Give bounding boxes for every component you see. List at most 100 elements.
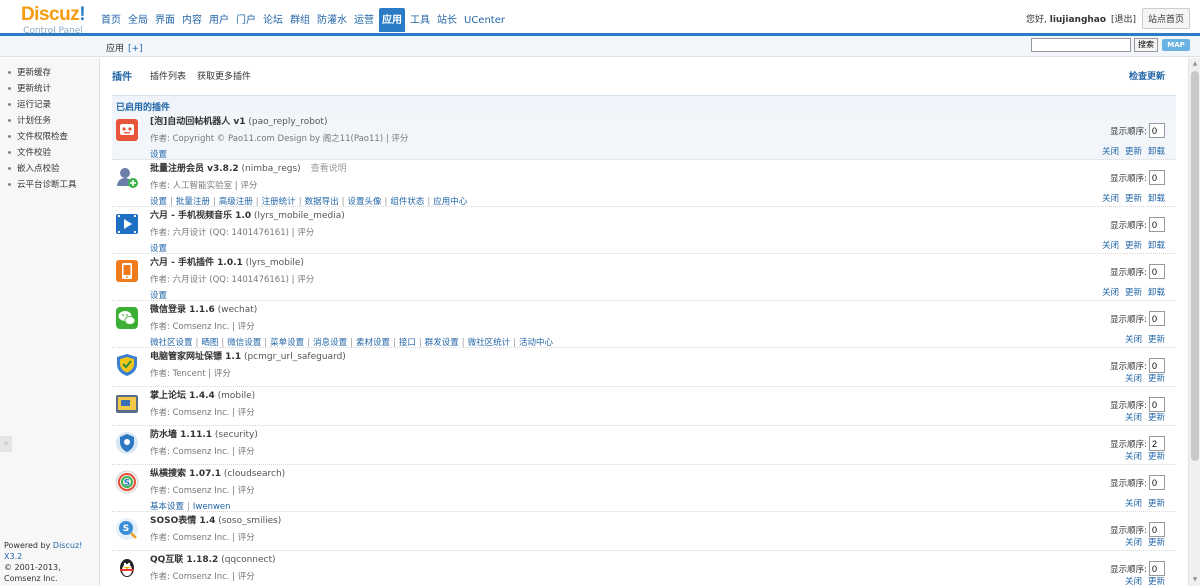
scroll-thumb[interactable] — [1191, 71, 1199, 461]
search-input[interactable] — [1031, 38, 1131, 52]
update-button[interactable]: 更新 — [1125, 241, 1142, 251]
sidebar-item[interactable]: 云平台诊断工具 — [0, 178, 99, 194]
nav-item-11[interactable]: 工具 — [408, 10, 432, 32]
plugin-setting-link[interactable]: 批量注册 — [176, 197, 210, 207]
sidebar-item[interactable]: 嵌入点校验 — [0, 162, 99, 178]
scroll-down-arrow-icon[interactable]: ▼ — [1189, 574, 1200, 586]
nav-item-6[interactable]: 论坛 — [261, 10, 285, 32]
check-update-link[interactable]: 检查更新 — [1129, 69, 1165, 82]
nav-item-2[interactable]: 界面 — [153, 10, 177, 32]
tab-1[interactable]: 获取更多插件 — [197, 69, 251, 82]
link-separator: | — [298, 197, 302, 207]
update-button[interactable]: 更新 — [1148, 538, 1165, 548]
display-order-input[interactable] — [1149, 397, 1165, 412]
plugin-setting-link[interactable]: 微社区统计 — [468, 338, 511, 348]
plugin-setting-link[interactable]: 设置 — [150, 244, 167, 254]
display-order-input[interactable] — [1149, 170, 1165, 185]
display-order-input[interactable] — [1149, 217, 1165, 232]
update-button[interactable]: 更新 — [1148, 374, 1165, 384]
display-order-input[interactable] — [1149, 264, 1165, 279]
bullet-icon — [8, 87, 11, 90]
uninstall-button[interactable]: 卸载 — [1148, 194, 1165, 204]
update-button[interactable]: 更新 — [1148, 335, 1165, 345]
plugin-setting-link[interactable]: 活动中心 — [519, 338, 553, 348]
nav-item-3[interactable]: 内容 — [180, 10, 204, 32]
plugin-setting-link[interactable]: 微信设置 — [227, 338, 261, 348]
disable-button[interactable]: 关闭 — [1125, 374, 1142, 384]
disable-button[interactable]: 关闭 — [1102, 288, 1119, 298]
disable-button[interactable]: 关闭 — [1102, 147, 1119, 157]
plugin-setting-link[interactable]: 基本设置 — [150, 502, 184, 512]
plugin-setting-link[interactable]: 数据导出 — [305, 197, 339, 207]
nav-item-9[interactable]: 运营 — [352, 10, 376, 32]
display-order-input[interactable] — [1149, 123, 1165, 138]
sidebar-item[interactable]: 文件权限检查 — [0, 130, 99, 146]
plugin-setting-link[interactable]: 设置 — [150, 291, 167, 301]
uninstall-button[interactable]: 卸载 — [1148, 288, 1165, 298]
sidebar-collapse-handle[interactable]: « — [0, 436, 12, 452]
disable-button[interactable]: 关闭 — [1125, 499, 1142, 509]
nav-item-12[interactable]: 站长 — [435, 10, 459, 32]
nav-item-5[interactable]: 门户 — [234, 10, 258, 32]
nav-item-8[interactable]: 防灌水 — [315, 10, 349, 32]
update-button[interactable]: 更新 — [1148, 413, 1165, 423]
sidebar-item[interactable]: 计划任务 — [0, 114, 99, 130]
update-button[interactable]: 更新 — [1148, 577, 1165, 586]
display-order-input[interactable] — [1149, 475, 1165, 490]
plugin-setting-link[interactable]: 群发设置 — [425, 338, 459, 348]
display-order-input[interactable] — [1149, 358, 1165, 373]
scroll-up-arrow-icon[interactable]: ▲ — [1189, 58, 1200, 70]
disable-button[interactable]: 关闭 — [1102, 194, 1119, 204]
readme-link[interactable]: 查看说明 — [311, 164, 347, 174]
nav-item-4[interactable]: 用户 — [207, 10, 231, 32]
update-button[interactable]: 更新 — [1148, 452, 1165, 462]
plugin-setting-link[interactable]: 消息设置 — [313, 338, 347, 348]
uninstall-button[interactable]: 卸载 — [1148, 147, 1165, 157]
plugin-setting-link[interactable]: 菜单设置 — [270, 338, 304, 348]
nav-item-0[interactable]: 首页 — [99, 10, 123, 32]
nav-item-13[interactable]: UCenter — [462, 10, 507, 32]
search-button[interactable]: 搜索 — [1134, 38, 1158, 52]
plugin-actions: 关闭 更新 — [1119, 372, 1165, 384]
update-button[interactable]: 更新 — [1125, 194, 1142, 204]
plugin-setting-link[interactable]: 晒图 — [201, 338, 218, 348]
sidebar-item[interactable]: 更新缓存 — [0, 66, 99, 82]
disable-button[interactable]: 关闭 — [1125, 452, 1142, 462]
update-button[interactable]: 更新 — [1125, 147, 1142, 157]
plugin-setting-link[interactable]: 微社区设置 — [150, 338, 193, 348]
plugin-setting-link[interactable]: 接口 — [399, 338, 416, 348]
nav-item-10[interactable]: 应用 — [379, 8, 405, 32]
update-button[interactable]: 更新 — [1148, 499, 1165, 509]
tab-0[interactable]: 插件列表 — [150, 69, 186, 82]
disable-button[interactable]: 关闭 — [1125, 335, 1142, 345]
scrollbar[interactable]: ▲ ▼ — [1188, 58, 1200, 586]
display-order-input[interactable] — [1149, 522, 1165, 537]
plugin-setting-link[interactable]: 组件状态 — [390, 197, 424, 207]
disable-button[interactable]: 关闭 — [1125, 538, 1142, 548]
add-shortcut-link[interactable]: [+] — [128, 44, 143, 54]
display-order-input[interactable] — [1149, 436, 1165, 451]
site-home-button[interactable]: 站点首页 — [1141, 8, 1190, 29]
map-button[interactable]: MAP — [1162, 39, 1190, 51]
disable-button[interactable]: 关闭 — [1102, 241, 1119, 251]
nav-item-1[interactable]: 全局 — [126, 10, 150, 32]
logout-link[interactable]: [退出] — [1111, 15, 1136, 25]
plugin-setting-link[interactable]: 设置头像 — [347, 197, 381, 207]
sidebar-item[interactable]: 更新统计 — [0, 82, 99, 98]
sidebar-item[interactable]: 文件校验 — [0, 146, 99, 162]
plugin-setting-link[interactable]: 高级注册 — [219, 197, 253, 207]
plugin-setting-link[interactable]: 设置 — [150, 197, 167, 207]
plugin-setting-link[interactable]: 素材设置 — [356, 338, 390, 348]
update-button[interactable]: 更新 — [1125, 288, 1142, 298]
nav-item-7[interactable]: 群组 — [288, 10, 312, 32]
plugin-setting-link[interactable]: Iwenwen — [193, 502, 231, 512]
uninstall-button[interactable]: 卸载 — [1148, 241, 1165, 251]
display-order-input[interactable] — [1149, 311, 1165, 326]
disable-button[interactable]: 关闭 — [1125, 577, 1142, 586]
plugin-setting-link[interactable]: 应用中心 — [433, 197, 467, 207]
disable-button[interactable]: 关闭 — [1125, 413, 1142, 423]
plugin-setting-link[interactable]: 注册统计 — [262, 197, 296, 207]
sidebar-item[interactable]: 运行记录 — [0, 98, 99, 114]
plugin-setting-link[interactable]: 设置 — [150, 150, 167, 160]
display-order-input[interactable] — [1149, 561, 1165, 576]
